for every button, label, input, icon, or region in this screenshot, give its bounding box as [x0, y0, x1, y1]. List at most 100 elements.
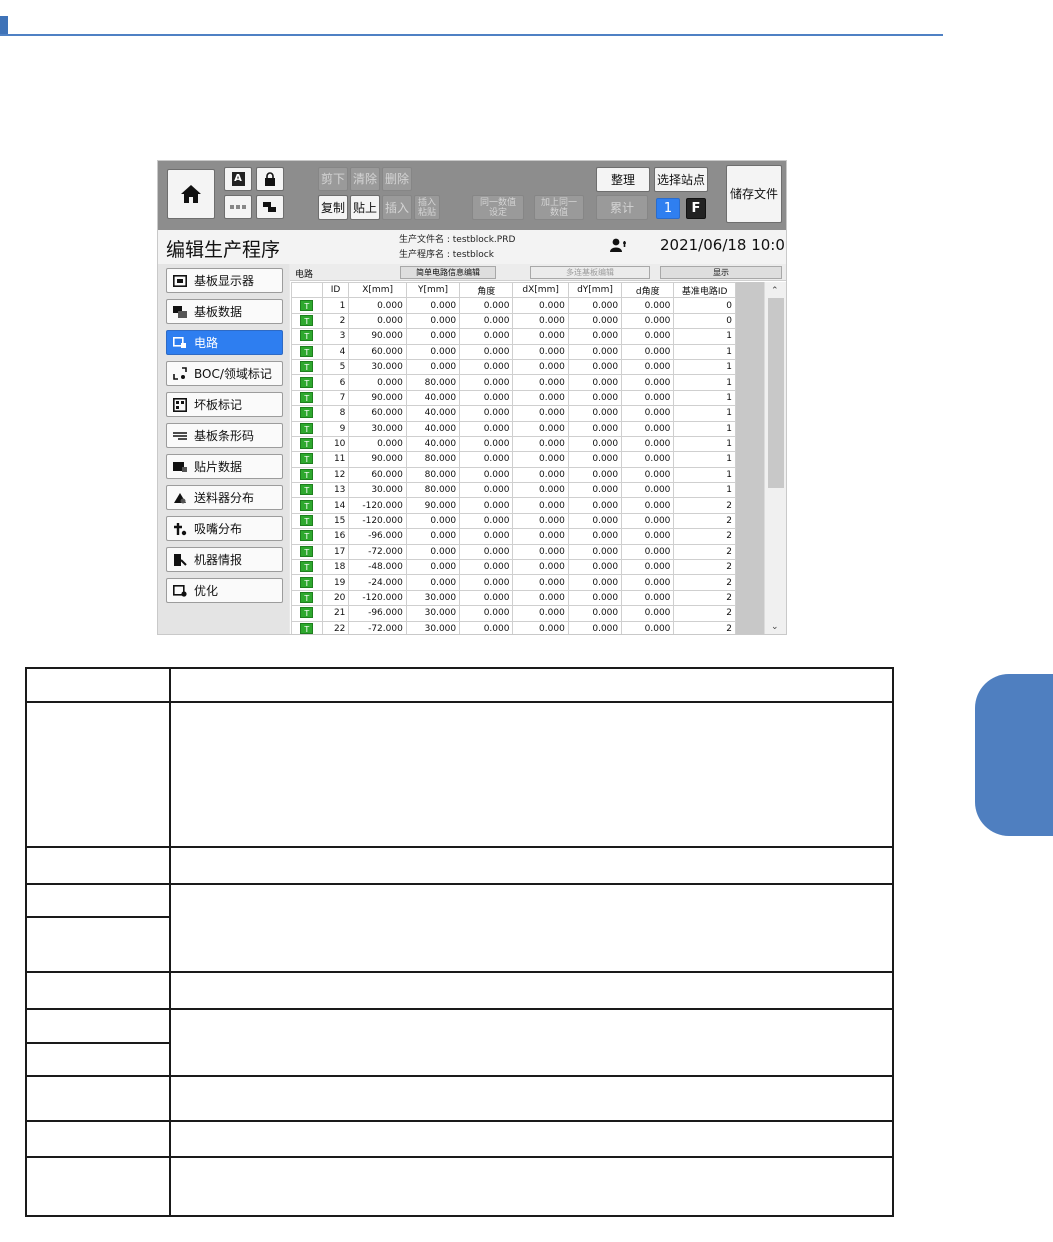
table-cell[interactable]: 10	[321, 435, 350, 453]
table-row[interactable]: T 12 60.000 80.000 0.000 0.000 0.000 0.000 1	[291, 466, 736, 484]
type-cell[interactable]: T	[291, 528, 323, 545]
table-cell[interactable]: 1	[673, 482, 736, 499]
table-cell[interactable]: -72.000	[348, 543, 407, 561]
menu-item-boc-mark[interactable]: BOC/领域标记	[166, 361, 283, 386]
table-cell[interactable]: 0.000	[512, 482, 569, 499]
multi-board-edit-button[interactable]: 多连基板编辑	[530, 266, 650, 279]
table-cell[interactable]: 0.000	[512, 389, 569, 407]
table-cell[interactable]: 0.000	[459, 574, 514, 591]
table-cell[interactable]: 0.000	[567, 374, 623, 391]
table-cell[interactable]: 90.000	[348, 328, 407, 345]
table-cell[interactable]: 1	[673, 466, 736, 484]
type-cell[interactable]: T	[291, 435, 323, 453]
type-cell[interactable]: T	[291, 543, 323, 561]
table-row[interactable]: T 21 -96.000 30.000 0.000 0.000 0.000 0.000 2	[291, 605, 736, 622]
table-cell[interactable]: -72.000	[348, 620, 407, 634]
arrange-button[interactable]: 整理	[596, 167, 650, 192]
table-row[interactable]: T 2 0.000 0.000 0.000 0.000 0.000 0.000 0	[291, 312, 736, 330]
table-cell[interactable]: 80.000	[405, 466, 461, 484]
lock-button[interactable]	[256, 167, 284, 191]
table-cell[interactable]: 21	[321, 605, 350, 622]
table-cell[interactable]: 1	[673, 435, 736, 453]
table-cell[interactable]: 0.000	[567, 405, 623, 422]
table-cell[interactable]: 0.000	[459, 466, 514, 484]
table-cell[interactable]: 0.000	[567, 328, 623, 345]
table-row[interactable]: T 6 0.000 80.000 0.000 0.000 0.000 0.000 1	[291, 374, 736, 391]
table-cell[interactable]: 30.000	[405, 620, 461, 634]
table-cell[interactable]: 22	[321, 620, 350, 634]
table-row[interactable]: T 11 90.000 80.000 0.000 0.000 0.000 0.000 1	[291, 451, 736, 468]
table-cell[interactable]: 1	[673, 374, 736, 391]
table-cell[interactable]: 40.000	[405, 405, 461, 422]
table-cell[interactable]: 13	[321, 482, 350, 499]
type-cell[interactable]: T	[291, 312, 323, 330]
table-cell[interactable]: 2	[673, 559, 736, 576]
menu-item-feeder-layout[interactable]: 送料器分布	[166, 485, 283, 510]
network-button[interactable]	[256, 195, 284, 219]
table-cell[interactable]: 0	[673, 312, 736, 330]
table-cell[interactable]: 0.000	[567, 451, 623, 468]
table-cell[interactable]: 0.000	[567, 358, 623, 376]
table-row[interactable]: T 17 -72.000 0.000 0.000 0.000 0.000 0.000 2	[291, 543, 736, 561]
table-cell[interactable]: 0.000	[459, 420, 514, 437]
table-cell[interactable]: 0.000	[459, 620, 514, 634]
select-station-button[interactable]: 选择站点	[654, 167, 708, 192]
table-cell[interactable]: 1	[673, 405, 736, 422]
table-scrollbar[interactable]: ⌃ ⌄	[764, 282, 786, 634]
table-cell[interactable]: 0.000	[567, 589, 623, 607]
type-cell[interactable]: T	[291, 620, 323, 634]
table-cell[interactable]: 90.000	[405, 497, 461, 514]
table-cell[interactable]: 0.000	[459, 512, 514, 530]
table-cell[interactable]: 60.000	[348, 343, 407, 360]
menu-item-machine-info[interactable]: 机器情报	[166, 547, 283, 572]
table-cell[interactable]: 0.000	[512, 328, 569, 345]
table-cell[interactable]: 0.000	[459, 451, 514, 468]
table-cell[interactable]: -120.000	[348, 497, 407, 514]
table-cell[interactable]: 0.000	[621, 405, 675, 422]
table-cell[interactable]: 80.000	[405, 451, 461, 468]
table-cell[interactable]: 0.000	[621, 497, 675, 514]
table-cell[interactable]: 0.000	[621, 620, 675, 634]
table-cell[interactable]: 2	[673, 620, 736, 634]
type-cell[interactable]: T	[291, 466, 323, 484]
table-cell[interactable]: 0.000	[459, 528, 514, 545]
table-cell[interactable]: 9	[321, 420, 350, 437]
table-cell[interactable]: 0.000	[512, 343, 569, 360]
table-cell[interactable]: 0.000	[512, 543, 569, 561]
chevron-up-icon[interactable]: ⌃	[771, 286, 779, 296]
table-cell[interactable]: 7	[321, 389, 350, 407]
table-cell[interactable]: 2	[673, 574, 736, 591]
table-cell[interactable]: 3	[321, 328, 350, 345]
table-cell[interactable]: 0.000	[405, 343, 461, 360]
table-cell[interactable]: 11	[321, 451, 350, 468]
table-cell[interactable]: 0.000	[459, 605, 514, 622]
table-cell[interactable]: 0.000	[459, 559, 514, 576]
table-cell[interactable]: 17	[321, 543, 350, 561]
cut-button[interactable]: 剪下	[318, 167, 348, 191]
table-cell[interactable]: 90.000	[348, 389, 407, 407]
table-row[interactable]: T 3 90.000 0.000 0.000 0.000 0.000 0.000 1	[291, 328, 736, 345]
type-cell[interactable]: T	[291, 482, 323, 499]
table-cell[interactable]: 0.000	[405, 512, 461, 530]
table-cell[interactable]: 0.000	[567, 312, 623, 330]
copy-button[interactable]: 复制	[318, 195, 348, 220]
table-cell[interactable]: 0.000	[567, 435, 623, 453]
table-row[interactable]: T 20 -120.000 30.000 0.000 0.000 0.000 0.000 2	[291, 589, 736, 607]
type-cell[interactable]: T	[291, 328, 323, 345]
language-button[interactable]: A	[224, 167, 252, 191]
simple-circuit-edit-button[interactable]: 简单电路信息编辑	[400, 266, 496, 279]
type-cell[interactable]: T	[291, 512, 323, 530]
table-cell[interactable]: 0.000	[512, 620, 569, 634]
table-cell[interactable]: 0.000	[459, 389, 514, 407]
table-cell[interactable]: 0.000	[621, 328, 675, 345]
table-cell[interactable]: 0.000	[459, 312, 514, 330]
table-cell[interactable]: 0.000	[512, 528, 569, 545]
table-cell[interactable]: -120.000	[348, 512, 407, 530]
table-cell[interactable]: 0.000	[621, 312, 675, 330]
table-cell[interactable]: 0.000	[459, 358, 514, 376]
table-cell[interactable]: 1	[673, 328, 736, 345]
table-cell[interactable]: 0.000	[459, 435, 514, 453]
table-cell[interactable]: 0.000	[459, 543, 514, 561]
table-row[interactable]: T 18 -48.000 0.000 0.000 0.000 0.000 0.000 2	[291, 559, 736, 576]
table-cell[interactable]: 80.000	[405, 374, 461, 391]
